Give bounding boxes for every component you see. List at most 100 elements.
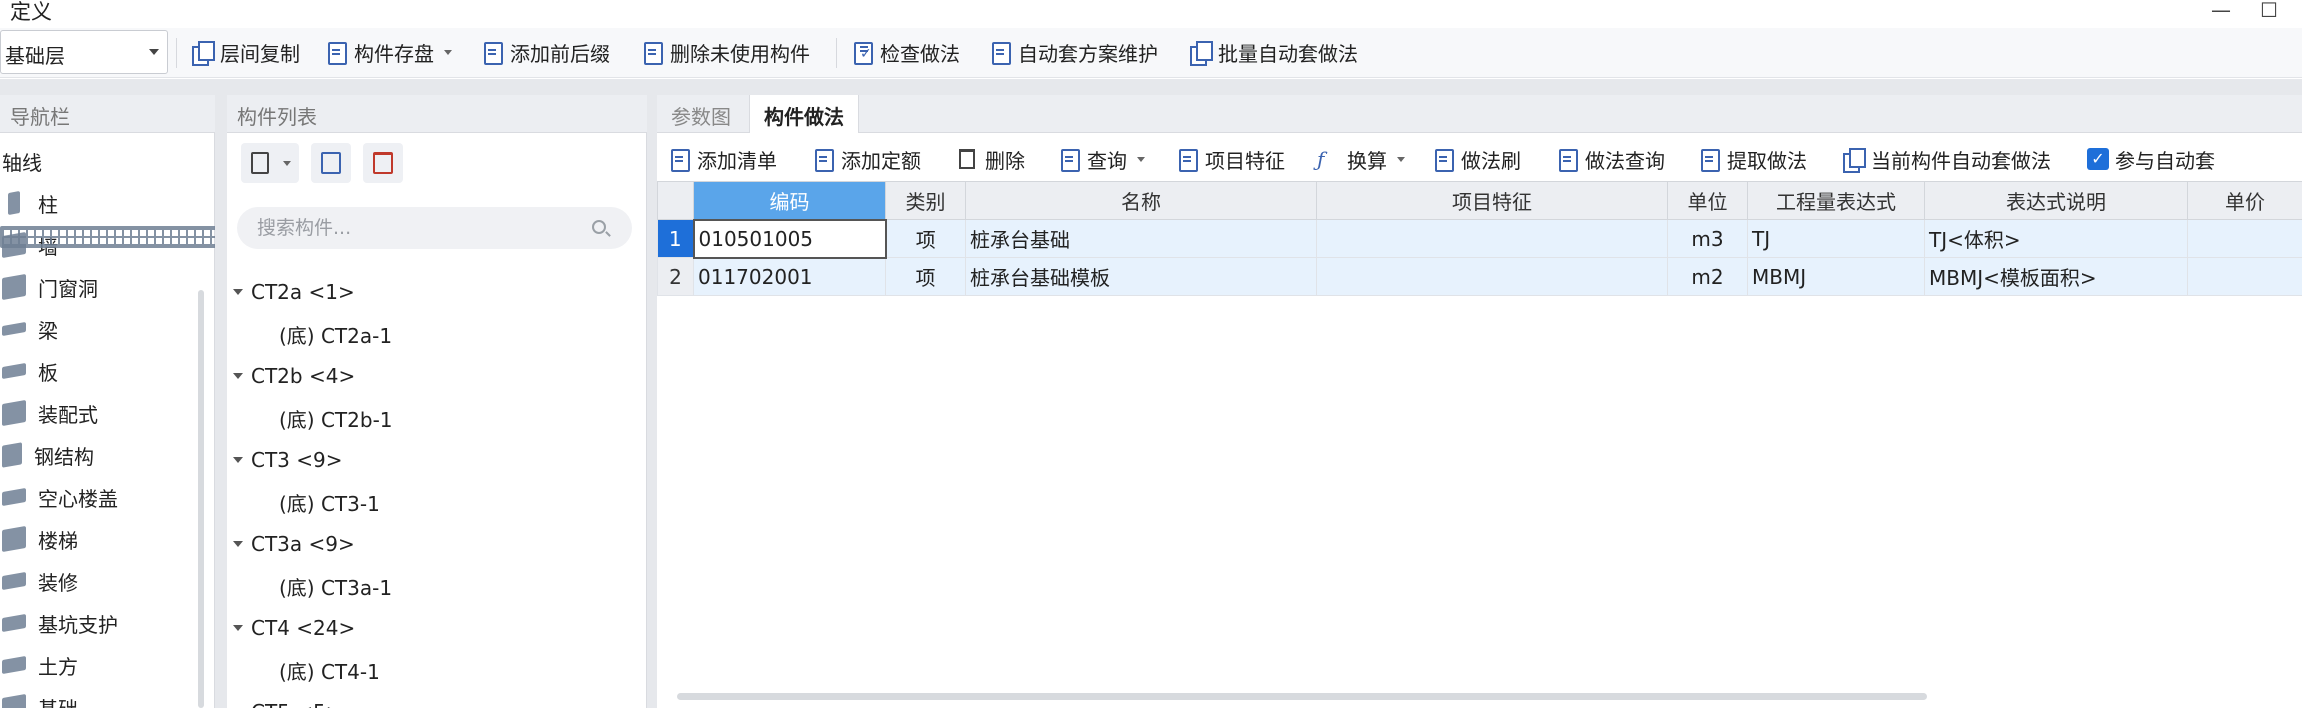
nav-item-opening[interactable]: 门窗洞 [0,266,200,308]
query-icon [1057,147,1081,172]
button-label: 添加定额 [841,148,921,173]
name-cell[interactable]: 桩承台基础模板 [965,257,1317,296]
horizontal-scrollbar[interactable] [677,693,1927,700]
tree-node[interactable]: CT3 <9> [227,439,627,481]
type-cell[interactable]: 项 [885,257,966,296]
tree-node[interactable]: CT4 <24> [227,607,627,649]
price-cell[interactable] [2187,257,2302,296]
minimize-button[interactable]: — [2206,0,2236,22]
tree-child-node[interactable]: (底) CT3a-1 [227,565,627,607]
delete-component-button[interactable] [363,143,403,183]
nav-item-prefab[interactable]: 装配式 [0,392,200,434]
auto-scheme-maintain-button[interactable]: 自动套方案维护 [988,34,1158,70]
tree-child-node[interactable]: (底) CT2b-1 [227,397,627,439]
save-component-button[interactable]: 构件存盘 [324,34,452,70]
nav-item-column[interactable]: 柱 [0,182,200,224]
tree-child-node[interactable]: (底) CT2a-1 [227,313,627,355]
table-row[interactable]: 1 010501005 项 桩承台基础 m3 TJ TJ<体积> [657,218,2302,259]
convert-button[interactable]: ƒ 换算 [1317,141,1405,177]
column-header-type[interactable]: 类别 [885,181,966,220]
nav-item-foundation[interactable]: 基础 [0,686,200,708]
tree-child-node[interactable]: (底) CT4-1 [227,649,627,691]
add-prefix-suffix-button[interactable]: 添加前后缀 [480,34,610,70]
tree-node-label: CT2b <4> [251,364,356,388]
query-button[interactable]: 查询 [1057,141,1145,177]
row-number[interactable]: 2 [657,257,694,296]
column-header-code[interactable]: 编码 [693,181,886,220]
row-number[interactable]: 1 [657,219,694,258]
floor-select[interactable]: 基础层 [0,30,168,74]
expand-triangle-icon[interactable] [233,373,243,379]
expand-triangle-icon[interactable] [233,457,243,463]
code-cell[interactable]: 011702001 [693,257,886,296]
checkbox-label: 参与自动套 [2115,148,2215,173]
panel-splitter[interactable] [215,95,227,708]
description-cell[interactable]: TJ<体积> [1924,219,2188,258]
nav-item-hollow-floor[interactable]: 空心楼盖 [0,476,200,518]
copy-between-floors-button[interactable]: 层间复制 [190,34,300,70]
price-cell[interactable] [2187,219,2302,258]
column-header-feature[interactable]: 项目特征 [1316,181,1668,220]
corner-cell[interactable] [657,181,694,220]
tree-node[interactable]: CT2a <1> [227,271,627,313]
tree-node[interactable]: CT5 <5> [227,691,627,708]
expand-triangle-icon[interactable] [233,541,243,547]
nav-item-earthwork[interactable]: 土方 [0,644,200,686]
column-header-description[interactable]: 表达式说明 [1924,181,2188,220]
name-cell[interactable]: 桩承台基础 [965,219,1317,258]
column-header-unit[interactable]: 单位 [1667,181,1748,220]
description-cell[interactable]: MBMJ<模板面积> [1924,257,2188,296]
method-query-button[interactable]: 做法查询 [1555,141,1665,177]
nav-item-beam[interactable]: 梁 [0,308,200,350]
check-method-button[interactable]: 检查做法 [850,34,960,70]
copy-component-button[interactable] [311,143,351,183]
panel-splitter[interactable] [647,95,657,708]
expand-triangle-icon[interactable] [233,289,243,295]
toolbar-divider [176,38,177,68]
expression-cell[interactable]: TJ [1747,219,1925,258]
feature-icon [1175,147,1199,172]
type-cell[interactable]: 项 [885,219,966,258]
feature-cell[interactable] [1316,257,1668,296]
delete-unused-button[interactable]: 删除未使用构件 [640,34,810,70]
expand-triangle-icon[interactable] [233,625,243,631]
extract-method-button[interactable]: 提取做法 [1697,141,1807,177]
column-header-name[interactable]: 名称 [965,181,1317,220]
column-icon [8,190,20,216]
tree-node-label: CT3 <9> [251,448,343,472]
auto-apply-current-button[interactable]: 当前构件自动套做法 [1841,141,2051,177]
unit-cell[interactable]: m3 [1667,219,1748,258]
item-feature-button[interactable]: 项目特征 [1175,141,1285,177]
component-search-input[interactable] [237,207,632,249]
nav-item-steel[interactable]: 钢结构 [0,434,200,476]
add-list-button[interactable]: 添加清单 [667,141,777,177]
add-quota-button[interactable]: 添加定额 [811,141,921,177]
unit-cell[interactable]: m2 [1667,257,1748,296]
column-header-price[interactable]: 单价 [2187,181,2302,220]
new-component-button[interactable] [241,143,299,183]
nav-item-stairs[interactable]: 楼梯 [0,518,200,560]
nav-item-axis[interactable]: 轴线 [0,140,1645,248]
tab-component-method[interactable]: 构件做法 [749,95,859,133]
button-label: 当前构件自动套做法 [1871,148,2051,173]
nav-item-slab[interactable]: 板 [0,350,200,392]
tab-parameter-diagram[interactable]: 参数图 [657,95,745,133]
column-header-expression[interactable]: 工程量表达式 [1747,181,1925,220]
batch-auto-method-button[interactable]: 批量自动套做法 [1188,34,1358,70]
expression-cell[interactable]: MBMJ [1747,257,1925,296]
method-brush-button[interactable]: 做法刷 [1431,141,1521,177]
participate-auto-checkbox[interactable]: ✓ 参与自动套 [2087,141,2215,177]
maximize-button[interactable]: ☐ [2254,0,2284,22]
nav-scrollbar[interactable] [198,290,204,708]
tree-child-node[interactable]: (底) CT3-1 [227,481,627,523]
feature-cell[interactable] [1316,219,1668,258]
delete-button[interactable]: 删除 [955,141,1025,177]
tree-node[interactable]: CT2b <4> [227,355,627,397]
nav-item-pit-support[interactable]: 基坑支护 [0,602,200,644]
table-row[interactable]: 2 011702001 项 桩承台基础模板 m2 MBMJ MBMJ<模板面积> [657,257,2302,296]
code-cell[interactable]: 010501005 [692,218,887,259]
search-icon[interactable] [592,220,606,234]
component-list-header: 构件列表 [227,95,647,133]
nav-item-decoration[interactable]: 装修 [0,560,200,602]
tree-node[interactable]: CT3a <9> [227,523,627,565]
